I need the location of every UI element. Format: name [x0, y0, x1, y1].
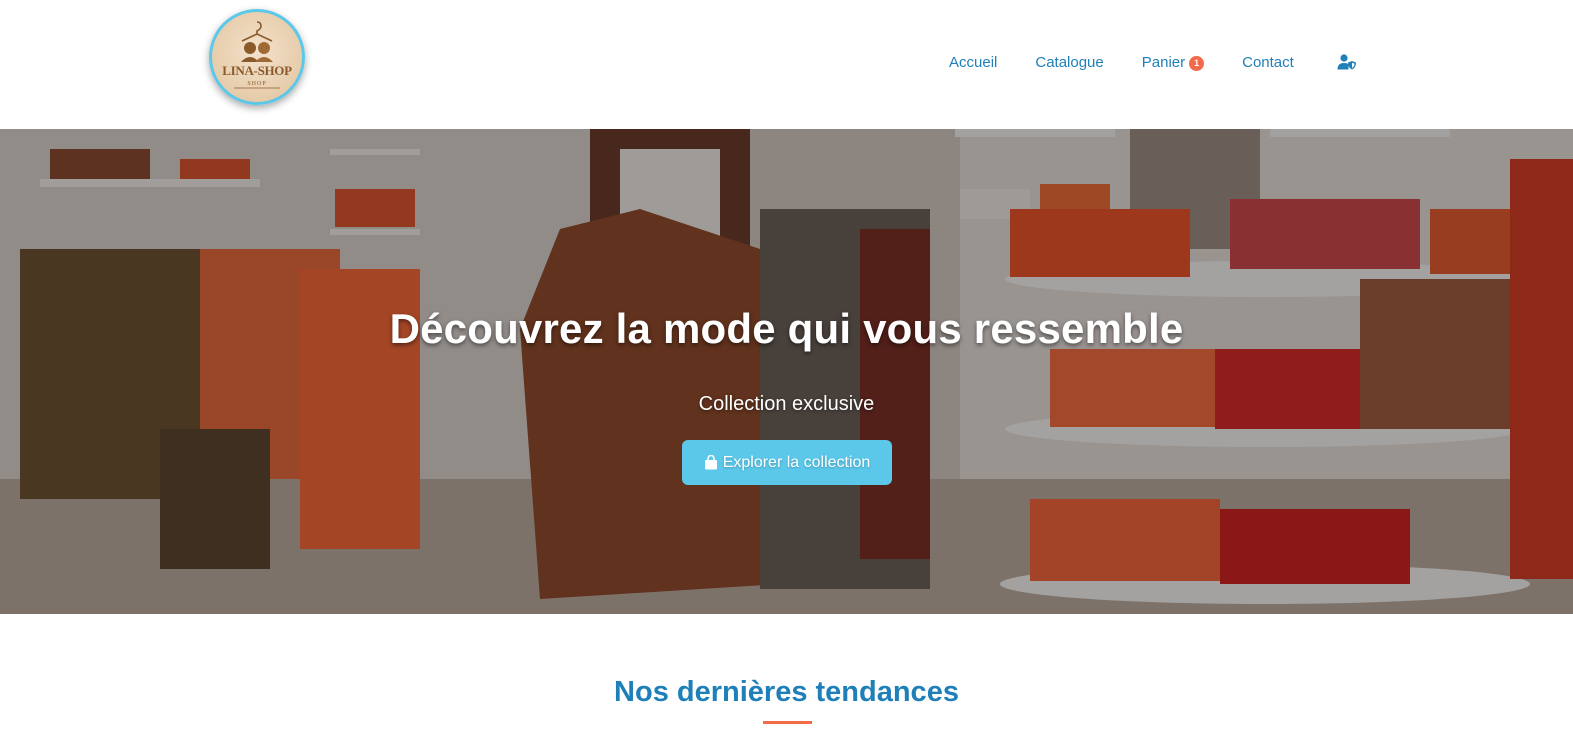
- logo-hanger-icon: [234, 21, 280, 89]
- hero-background-image: [0, 129, 1573, 614]
- nav-link-label: Catalogue: [1035, 54, 1104, 71]
- logo-text: LINA-SHOP: [222, 63, 292, 78]
- shopping-bag-icon: [704, 455, 717, 470]
- nav-link-contact[interactable]: Contact: [1242, 54, 1294, 71]
- nav-link-label: Panier: [1141, 54, 1186, 71]
- hero-title: Découvrez la mode qui vous ressemble: [389, 305, 1184, 352]
- navbar: LINA-SHOP SHOP Accueil Catalogue Panier …: [0, 0, 1573, 130]
- nav-link-panier[interactable]: Panier 1: [1141, 54, 1205, 71]
- nav-link-accueil[interactable]: Accueil: [949, 54, 997, 71]
- nav-menu: Accueil Catalogue Panier 1 Contact: [949, 54, 1332, 71]
- logo-subtext: SHOP: [247, 81, 267, 87]
- nav-link-label: Accueil: [949, 54, 998, 71]
- section-title-underline: [763, 721, 812, 724]
- cart-count-badge: 1: [1189, 56, 1205, 71]
- nav-link-label: Contact: [1242, 54, 1294, 71]
- logo[interactable]: LINA-SHOP SHOP: [209, 9, 305, 105]
- explore-collection-button[interactable]: Explorer la collection: [682, 440, 892, 485]
- user-shield-icon[interactable]: [1337, 54, 1357, 70]
- nav-link-catalogue[interactable]: Catalogue: [1035, 54, 1103, 71]
- explore-collection-label: Explorer la collection: [722, 453, 871, 471]
- hero-subtitle: Collection exclusive: [698, 393, 875, 415]
- hero-banner: Découvrez la mode qui vous ressemble Col…: [0, 129, 1573, 614]
- section-title: Nos dernières tendances: [614, 676, 959, 708]
